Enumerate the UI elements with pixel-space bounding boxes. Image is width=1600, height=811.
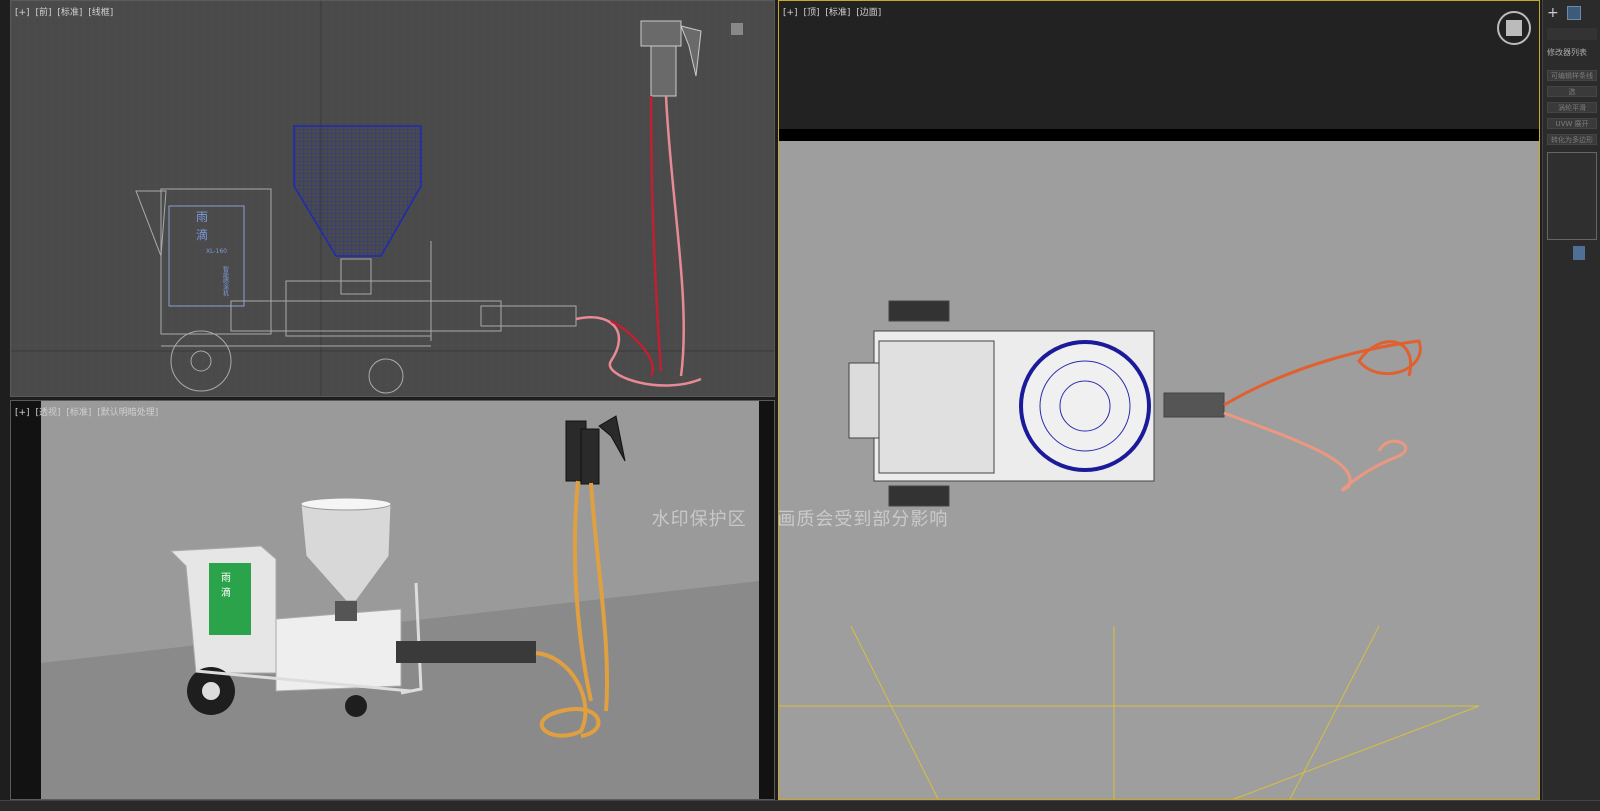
viewport-shading[interactable]: [线框] — [88, 8, 113, 18]
viewport-view-name[interactable]: [透视] — [35, 408, 60, 418]
viewport-top[interactable]: [+] [顶] [标准] [边面] — [778, 0, 1540, 800]
viewport-perspective[interactable]: [+] [透视] [标准] [默认明暗处理] 雨 滴 — [10, 400, 775, 800]
command-panel: + 修改器列表 可编辑样条线 选 涡轮平滑 UVW 展开 转化为多边形 — [1542, 0, 1600, 800]
viewport-shading[interactable]: [默认明暗处理] — [97, 408, 158, 418]
modifier-button[interactable]: 转化为多边形 — [1547, 134, 1597, 145]
viewport-top-label[interactable]: [+] [顶] [标准] [边面] — [783, 5, 884, 18]
front-view-canvas: 雨 滴 XL-160 智能喷涂机 — [11, 1, 774, 396]
front-logo-char-2: 滴 — [196, 227, 208, 242]
perspective-view-canvas: 雨 滴 — [41, 401, 759, 799]
object-name-field[interactable] — [1547, 28, 1597, 40]
modifier-stack-list[interactable] — [1547, 152, 1597, 240]
front-product-name: 智能喷涂机 — [222, 265, 229, 297]
top-view-canvas — [779, 1, 1539, 799]
viewport-view-name[interactable]: [顶] — [803, 8, 819, 18]
viewport-standard[interactable]: [标准] — [825, 8, 850, 18]
status-bar — [0, 800, 1600, 811]
viewport-standard[interactable]: [标准] — [66, 408, 91, 418]
create-tab-icon[interactable]: + — [1547, 6, 1561, 20]
viewport-view-name[interactable]: [前] — [35, 8, 51, 18]
viewport-front-label[interactable]: [+] [前] [标准] [线框] — [15, 5, 116, 18]
modifier-button[interactable]: UVW 展开 — [1547, 118, 1597, 129]
viewcube-icon[interactable] — [731, 23, 743, 35]
viewport-shading[interactable]: [边面] — [856, 8, 881, 18]
front-model-number: XL-160 — [206, 248, 227, 255]
viewport-front[interactable]: [+] [前] [标准] [线框] 雨 滴 XL-160 智能喷涂机 — [10, 0, 775, 397]
hopper-top-wireframe — [1019, 340, 1151, 472]
persp-logo-char-1: 雨 — [221, 573, 231, 584]
viewport-menu-plus[interactable]: [+] — [15, 8, 30, 18]
stack-pin-icon[interactable] — [1573, 246, 1585, 260]
front-logo-char-1: 雨 — [196, 210, 208, 224]
viewport-standard[interactable]: [标准] — [57, 8, 82, 18]
modifier-button[interactable]: 选 — [1547, 86, 1597, 97]
viewport-menu-plus[interactable]: [+] — [15, 408, 30, 418]
viewport-persp-label[interactable]: [+] [透视] [标准] [默认明暗处理] — [15, 405, 161, 418]
modifier-button[interactable]: 涡轮平滑 — [1547, 102, 1597, 113]
modifier-list-label[interactable]: 修改器列表 — [1547, 47, 1587, 58]
modifier-button[interactable]: 可编辑样条线 — [1547, 70, 1597, 81]
persp-logo-char-2: 滴 — [221, 586, 231, 599]
viewport-menu-plus[interactable]: [+] — [783, 8, 798, 18]
modify-tab-icon[interactable] — [1567, 6, 1581, 20]
